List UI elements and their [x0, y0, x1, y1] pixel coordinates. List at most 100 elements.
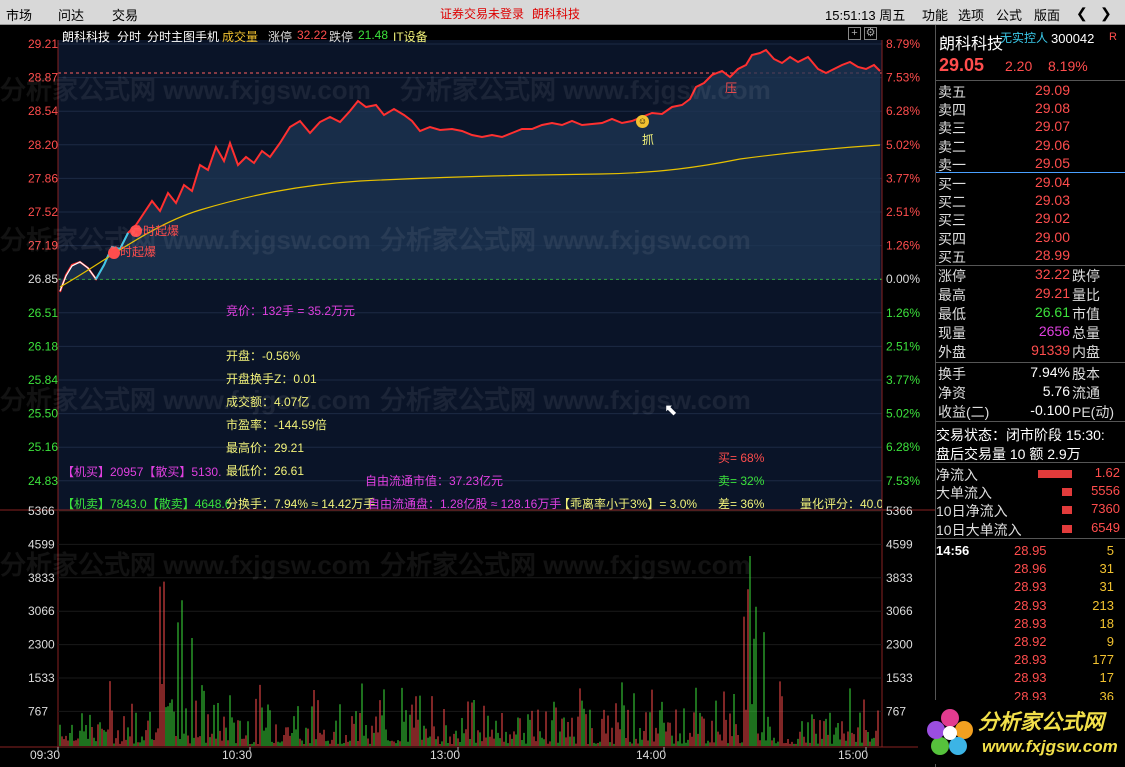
volume-axis-label-right: 3066 [886, 604, 913, 618]
open-info: 开盘：-0.56% [226, 349, 301, 363]
logo-name: 分析家公式网 [978, 711, 1104, 734]
watermark: 分析家公式网 www.fxjgsw.com [0, 550, 371, 580]
watermark: 分析家公式网 www.fxjgsw.com [0, 225, 371, 255]
flow-bar [1062, 488, 1072, 497]
price-axis-label: 28.20 [28, 138, 58, 152]
volume-axis-label: 767 [28, 704, 48, 718]
tick-price: 28.93 [1014, 579, 1047, 595]
smiley-icon: ☺ [636, 115, 649, 128]
grab-signal: 抓 [642, 133, 655, 147]
volume-axis-label-right: 767 [886, 704, 906, 718]
pe-info: 市盈率：-144.59倍 [226, 418, 327, 432]
watermark: 分析家公式网 www.fxjgsw.com [380, 385, 751, 415]
price-axis-label: 24.83 [28, 474, 58, 488]
percent-axis-label: 2.51% [886, 339, 920, 353]
tick-price: 28.95 [1014, 543, 1047, 558]
stat-row: 最低 26.61 市值 [936, 304, 1118, 322]
row-label-2: PE(动) [1072, 404, 1114, 420]
controller-tag: 无实控人 [1000, 31, 1049, 45]
price-axis-label: 27.86 [28, 171, 58, 185]
back-icon[interactable]: ❮ [1076, 5, 1088, 22]
flow-row: 大单流入 5556 [936, 483, 1120, 501]
menu-trade[interactable]: 交易 [112, 5, 138, 24]
chart-mode[interactable]: 分时 [117, 28, 141, 45]
divider [936, 421, 1125, 422]
bid-row: 买一 29.04 [936, 174, 1118, 192]
menu-market[interactable]: 市场 [6, 5, 32, 24]
tick-volume: 18 [1099, 615, 1114, 631]
tick-row: 28.93 18 [936, 616, 1118, 634]
row-label: 净资 [938, 385, 966, 401]
flow-bar [1062, 506, 1072, 515]
time-axis-label: 15:00 [838, 748, 868, 762]
tick-row: 28.92 9 [936, 634, 1118, 652]
stat-row: 涨停 32.22 跌停 [936, 266, 1118, 284]
amount-info: 成交额：4.07亿 [226, 395, 310, 409]
price-axis-label: 29.21 [28, 37, 58, 51]
percent-axis-label: 6.28% [886, 104, 920, 118]
flow-bar [1062, 524, 1072, 533]
flower-logo-icon [927, 709, 973, 755]
ask-row: 卖四 29.08 [936, 100, 1118, 118]
row-value: 5.76 [1042, 383, 1070, 399]
stat-row: 现量 2656 总量 [936, 323, 1118, 341]
row-value: 29.21 [1034, 285, 1070, 301]
tick-price: 28.93 [1014, 670, 1047, 686]
login-warning[interactable]: 证券交易未登录 [440, 5, 524, 22]
divider [936, 538, 1125, 539]
volume-axis-label-right: 2300 [886, 638, 913, 652]
volume-axis-label: 3066 [28, 604, 55, 618]
buy-percent: 买= 68% [718, 451, 765, 465]
flow-value: 5556 [1091, 483, 1120, 499]
time-axis-label: 14:00 [636, 748, 666, 762]
volume-axis-label-right: 4599 [886, 537, 913, 551]
percent-axis-label: 0.00% [886, 272, 920, 286]
sector-label[interactable]: IT设备 [393, 28, 428, 45]
menu-wenda[interactable]: 问达 [58, 5, 84, 24]
row-value: 29.00 [1034, 228, 1070, 245]
volume-indicator-label[interactable]: 成交量 [222, 28, 258, 45]
row-label: 换手 [938, 366, 966, 382]
row-label-2: 流通 [1072, 385, 1100, 401]
menu-function[interactable]: 功能 [922, 5, 948, 24]
row-label: 收益(二) [938, 404, 990, 420]
tick-volume: 5 [1106, 543, 1114, 558]
bid-row: 买四 29.00 [936, 229, 1118, 247]
row-label: 最高 [938, 287, 966, 303]
bid-info: 竞价：132手 = 35.2万元 [226, 304, 356, 318]
volume-axis-label: 5366 [28, 504, 55, 518]
high-info: 最高价：29.21 [226, 441, 305, 455]
menu-layout[interactable]: 版面 [1034, 5, 1060, 24]
row-value: 7.94% [1030, 364, 1070, 380]
institution-sell-info: 【机卖】7843.0【散卖】4648.6 [62, 497, 232, 511]
ask-row: 卖五 29.09 [936, 82, 1118, 100]
signal-breakout-2: 分时起爆 [131, 224, 180, 238]
percent-axis-label: 6.28% [886, 440, 920, 454]
row-value: -0.100 [1030, 402, 1070, 418]
row-label: 外盘 [938, 344, 966, 360]
row-label: 卖四 [938, 102, 966, 119]
intraday-chart[interactable]: 29.21 8.79% 28.87 7.53% 28.54 6.28% 28.20 5.02%… [0, 25, 935, 767]
watermark: 分析家公式网 www.fxjgsw.com [400, 75, 771, 105]
tick-price: 28.92 [1014, 634, 1047, 649]
ask-row: 卖一 29.05 [936, 155, 1118, 173]
volume-axis-label-right: 5366 [886, 504, 913, 518]
row-value: 29.04 [1034, 174, 1070, 190]
forward-icon[interactable]: ❯ [1100, 5, 1112, 22]
site-logo: 分析家公式网 www.fxjgsw.com [918, 700, 1123, 764]
row-value: 29.03 [1034, 192, 1070, 209]
row-label-2: 总量 [1072, 325, 1100, 341]
price-axis-label: 26.85 [28, 272, 58, 286]
percent-axis-label: 8.79% [886, 37, 920, 51]
row-label: 卖二 [938, 138, 966, 155]
chart-submode[interactable]: 分时主图手机 [147, 28, 219, 45]
menu-formula[interactable]: 公式 [996, 5, 1022, 24]
quote-panel: 朗科科技 无实控人 300042 R 29.05 2.20 8.19% 卖五 29… [935, 25, 1125, 767]
expand-icon[interactable]: + [848, 27, 861, 40]
low-info: 最低价：26.61 [226, 464, 305, 478]
time-axis-label: 09:30 [30, 748, 60, 762]
row-label: 卖三 [938, 120, 966, 137]
panel-stock-name: 朗科科技 [939, 36, 1004, 53]
settings-icon[interactable]: ⚙ [864, 27, 877, 40]
menu-options[interactable]: 选项 [958, 5, 984, 24]
